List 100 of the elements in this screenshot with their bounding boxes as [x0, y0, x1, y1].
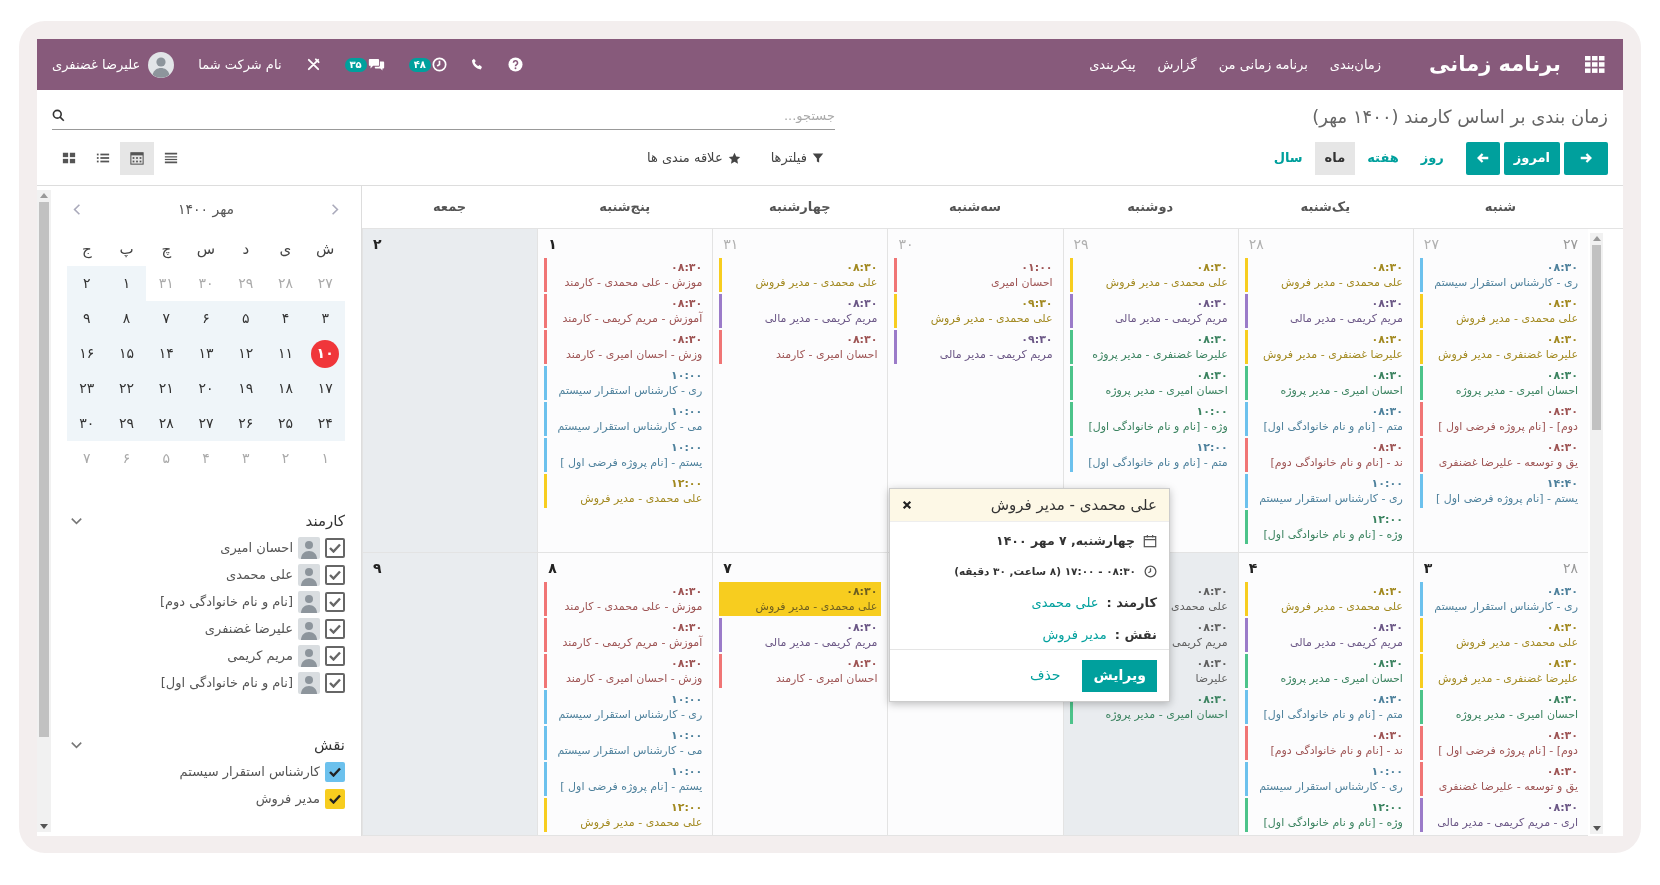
calendar-event[interactable]: ۰۸:۳۰ موزش - علی محمدی - کارمند: [547, 582, 707, 616]
calendar-day[interactable]: ۹: [83, 308, 91, 329]
calendar-event[interactable]: ۰۸:۳۰ علی محمدی - مدیر فروش: [1247, 258, 1407, 292]
calendar-event[interactable]: ۰۸:۳۰ مریم کریمی - مدیر مالی: [1247, 294, 1407, 328]
calendar-event[interactable]: ۰۸:۳۰ آموزش - مریم کریمی - کارمند: [547, 618, 707, 652]
scrollbar[interactable]: [1590, 233, 1603, 834]
filter-label[interactable]: [نام و نام خانوادگی اول]: [160, 672, 293, 693]
calendar-event[interactable]: ۰۸:۳۰ ند - [نام و نام خانوادگی دوم]: [1247, 438, 1407, 472]
scrollbar[interactable]: [37, 190, 51, 832]
filter-label[interactable]: مریم کریمی: [227, 645, 293, 666]
menu-item[interactable]: پیکربندی: [1089, 54, 1136, 75]
calendar-event[interactable]: ۰۸:۳۰ احسان امیری - مدیر پروژه: [1247, 366, 1407, 400]
scale-tab[interactable]: سال: [1263, 141, 1313, 175]
calendar-event[interactable]: ۰۸:۳۰ آموزش - مریم کریمی - کارمند: [547, 294, 707, 328]
calendar-day[interactable]: ۸: [122, 308, 131, 329]
filter-label[interactable]: علی محمدی: [226, 564, 293, 585]
calendar-event[interactable]: ۰۸:۳۰ وزش - احسان امیری - کارمند: [547, 654, 707, 688]
checkbox[interactable]: [325, 618, 345, 639]
calendar-event[interactable]: ۰۸:۳۰ احسان امیری - کارمند: [722, 330, 882, 364]
calendar-event[interactable]: ۱۲:۰۰ وژه - [نام و نام خانوادگی اول]: [1247, 798, 1407, 832]
close-icon[interactable]: [902, 500, 912, 510]
field-link[interactable]: علی محمدی: [1031, 592, 1099, 612]
calendar-day[interactable]: ۷: [162, 308, 171, 329]
checkbox[interactable]: [325, 672, 345, 693]
filter-label[interactable]: علیرضا غضنفری: [204, 618, 293, 639]
delete-link[interactable]: حذف: [1029, 665, 1061, 686]
menu-item[interactable]: زمان‌بندی: [1329, 54, 1382, 75]
phone-icon[interactable]: [470, 58, 484, 71]
calendar-event[interactable]: ۰۸:۳۰ دوم] - [نام پروژه فرضی اول ]: [1422, 726, 1582, 760]
calendar-event[interactable]: ۱۴:۴۰ یستم - [نام پروژه فرضی اول ]: [1422, 474, 1582, 508]
help-icon[interactable]: [507, 57, 523, 72]
calendar-event[interactable]: ۰۸:۳۰ ری - کارشناس استقرار سیستم: [1422, 582, 1582, 616]
calendar-event[interactable]: ۱۰:۰۰ می - کارشناس استقرار سیستم: [547, 402, 707, 436]
section-title[interactable]: کارمند: [305, 509, 345, 533]
app-title[interactable]: برنامه زمانی: [1429, 48, 1561, 81]
calendar-day[interactable]: ۱۰: [311, 339, 340, 368]
calendar-event[interactable]: ۰۸:۳۰ احسان امیری - مدیر پروژه: [1422, 690, 1582, 724]
tools-icon[interactable]: [305, 57, 321, 72]
calendar-event[interactable]: ۰۹:۳۰ مریم کریمی - مدیر مالی: [897, 330, 1057, 364]
menu-item[interactable]: گزارش: [1157, 54, 1197, 75]
calendar-event[interactable]: ۱۰:۰۰ یستم - [نام پروژه فرضی اول ]: [547, 762, 707, 796]
chevron-down-icon[interactable]: [71, 741, 82, 749]
chevron-down-icon[interactable]: [71, 517, 82, 525]
chat-icon[interactable]: [367, 57, 385, 72]
menu-item[interactable]: برنامه زمانی من: [1218, 54, 1308, 75]
checkbox[interactable]: [325, 591, 345, 612]
calendar-event[interactable]: ۰۸:۳۰ علی محمدی - مدیر فروش: [722, 582, 882, 616]
filter-label[interactable]: احسان امیری: [220, 537, 293, 558]
calendar-event[interactable]: ۰۸:۳۰ متم - [نام و نام خانوادگی اول]: [1247, 690, 1407, 724]
calendar-event[interactable]: ۱۲:۰۰ وژه - [نام و نام خانوادگی اول]: [1247, 510, 1407, 544]
calendar-event[interactable]: ۰۸:۳۰ متم - [نام و نام خانوادگی اول]: [1247, 402, 1407, 436]
calendar-event[interactable]: ۰۸:۳۰ علی محمدی - مدیر فروش: [1422, 618, 1582, 652]
calendar-event[interactable]: ۰۸:۳۰ یق و توسعه - علیرضا غضنفری: [1422, 438, 1582, 472]
calendar-event[interactable]: ۰۸:۳۰ اری - مریم کریمی - مدیر مالی: [1422, 798, 1582, 832]
calendar-event[interactable]: ۰۸:۳۰ علیرضا غضنفری - مدیر فروش: [1422, 654, 1582, 688]
calendar-day[interactable]: ۱: [122, 273, 131, 294]
calendar-event[interactable]: ۱۰:۰۰ ری - کارشناس استقرار سیستم: [547, 690, 707, 724]
edit-button[interactable]: ویرایش: [1082, 659, 1157, 692]
calendar-day[interactable]: ۶: [202, 308, 210, 329]
calendar-day[interactable]: ۵: [241, 308, 250, 329]
today-button[interactable]: امروز: [1503, 141, 1560, 175]
section-title[interactable]: نقش: [314, 733, 345, 757]
calendar-event[interactable]: ۰۸:۳۰ ند - [نام و نام خانوادگی دوم]: [1247, 726, 1407, 760]
calendar-event[interactable]: ۰۸:۳۰ مریم کریمی - مدیر مالی: [722, 618, 882, 652]
scale-tab[interactable]: ماه: [1314, 141, 1356, 175]
calendar-event[interactable]: ۰۸:۳۰ احسان امیری - مدیر پروژه: [1422, 366, 1582, 400]
calendar-event[interactable]: ۰۸:۳۰ مریم کریمی - مدیر مالی: [722, 294, 882, 328]
calendar-event[interactable]: ۱۰:۰۰ ری - کارشناس استقرار سیستم: [1247, 474, 1407, 508]
scale-tab[interactable]: هفته: [1357, 141, 1409, 175]
calendar-event[interactable]: ۰۸:۳۰ ری - کارشناس استقرار سیستم: [1422, 258, 1582, 292]
calendar-event[interactable]: ۰۸:۳۰ علیرضا غضنفری - مدیر پروژه: [1072, 330, 1232, 364]
calendar-event[interactable]: ۱۰:۰۰ ری - کارشناس استقرار سیستم: [1247, 762, 1407, 796]
field-link[interactable]: مدیر فروش: [1042, 625, 1107, 645]
calendar-event[interactable]: ۰۸:۳۰ احسان امیری - کارمند: [722, 654, 882, 688]
calendar-event[interactable]: ۱۰:۰۰ وژه - [نام و نام خانوادگی اول]: [1072, 402, 1232, 436]
calendar-event[interactable]: ۱۰:۰۰ ری - کارشناس استقرار سیستم: [547, 366, 707, 400]
calendar-event[interactable]: ۱۰:۰۰ یستم - [نام پروژه فرضی اول ]: [547, 438, 707, 472]
next-button[interactable]: [1564, 141, 1608, 175]
calendar-event[interactable]: ۰۸:۳۰ احسان امیری - مدیر پروژه: [1072, 366, 1232, 400]
calendar-event[interactable]: ۰۸:۳۰ یق و توسعه - علیرضا غضنفری: [1422, 762, 1582, 796]
calendar-day[interactable]: ۲: [83, 273, 91, 294]
clock-icon[interactable]: [431, 57, 447, 72]
calendar-event[interactable]: ۰۸:۳۰ وزش - احسان امیری - کارمند: [547, 330, 707, 364]
calendar-event[interactable]: ۰۸:۳۰ علی محمدی - مدیر فروش: [722, 258, 882, 292]
favorites-button[interactable]: علاقه مندی ها: [646, 148, 741, 168]
calendar-event[interactable]: ۱۲:۰۰ علی محمدی - مدیر فروش: [547, 798, 707, 832]
apps-menu-icon[interactable]: [1585, 56, 1605, 73]
filters-button[interactable]: فیلترها: [770, 148, 824, 168]
calendar-event[interactable]: ۰۸:۳۰ دوم] - [نام پروژه فرضی اول ]: [1422, 402, 1582, 436]
calendar-event[interactable]: ۰۱:۰۰ احسان امیری: [897, 258, 1057, 292]
calendar-event[interactable]: ۰۸:۳۰ علی محمدی - مدیر فروش: [1072, 258, 1232, 292]
filter-label[interactable]: [نام و نام خانوادگی دوم]: [159, 591, 293, 612]
calendar-event[interactable]: ۱۲:۰۰ علی محمدی - مدیر فروش: [547, 474, 707, 508]
calendar-event[interactable]: ۰۸:۳۰ موزش - علی محمدی - کارمند: [547, 258, 707, 292]
calendar-event[interactable]: ۰۸:۳۰ علی محمدی - مدیر فروش: [1247, 582, 1407, 616]
calendar-event[interactable]: ۰۸:۳۰ علی محمدی - مدیر فروش: [1422, 294, 1582, 328]
calendar-event[interactable]: ۰۹:۳۰ علی محمدی - مدیر فروش: [897, 294, 1057, 328]
company-name[interactable]: نام شرکت شما: [198, 54, 282, 75]
calendar-event[interactable]: ۰۸:۳۰ مریم کریمی - مدیر مالی: [1072, 294, 1232, 328]
checkbox[interactable]: [325, 564, 345, 585]
